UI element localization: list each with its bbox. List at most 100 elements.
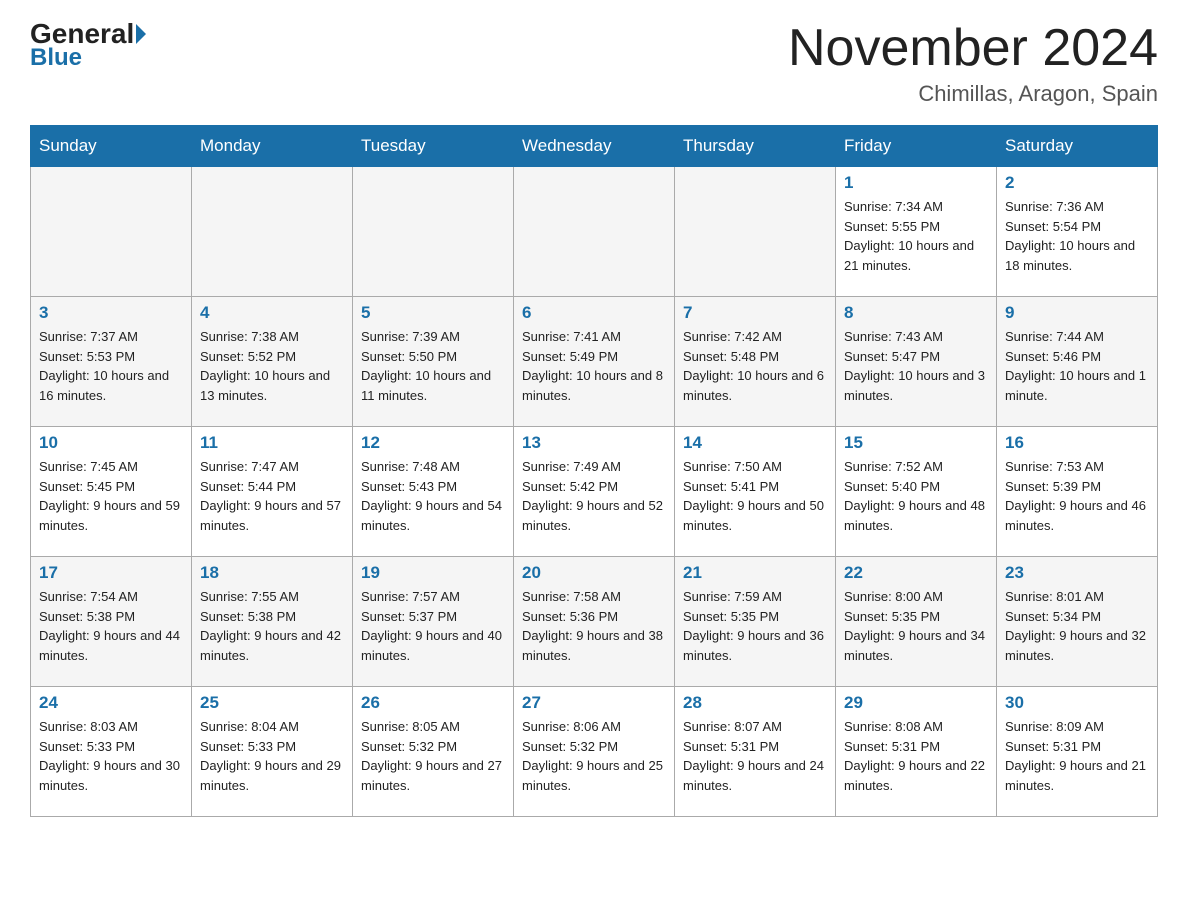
day-number: 30 bbox=[1005, 693, 1149, 713]
day-info: Sunrise: 7:37 AMSunset: 5:53 PMDaylight:… bbox=[39, 327, 183, 405]
calendar-week-3: 10 Sunrise: 7:45 AMSunset: 5:45 PMDayligh… bbox=[31, 427, 1158, 557]
calendar-subtitle: Chimillas, Aragon, Spain bbox=[788, 81, 1158, 107]
page-header: General Blue November 2024 Chimillas, Ar… bbox=[30, 20, 1158, 107]
day-number: 27 bbox=[522, 693, 666, 713]
day-number: 20 bbox=[522, 563, 666, 583]
day-number: 26 bbox=[361, 693, 505, 713]
day-number: 4 bbox=[200, 303, 344, 323]
day-number: 18 bbox=[200, 563, 344, 583]
header-saturday: Saturday bbox=[997, 126, 1158, 167]
calendar-cell: 5 Sunrise: 7:39 AMSunset: 5:50 PMDaylight… bbox=[353, 297, 514, 427]
calendar-cell bbox=[675, 167, 836, 297]
calendar-cell: 14 Sunrise: 7:50 AMSunset: 5:41 PMDayligh… bbox=[675, 427, 836, 557]
day-number: 29 bbox=[844, 693, 988, 713]
calendar-cell: 17 Sunrise: 7:54 AMSunset: 5:38 PMDayligh… bbox=[31, 557, 192, 687]
calendar-cell: 2 Sunrise: 7:36 AMSunset: 5:54 PMDaylight… bbox=[997, 167, 1158, 297]
day-info: Sunrise: 7:54 AMSunset: 5:38 PMDaylight:… bbox=[39, 587, 183, 665]
day-info: Sunrise: 8:06 AMSunset: 5:32 PMDaylight:… bbox=[522, 717, 666, 795]
day-info: Sunrise: 7:50 AMSunset: 5:41 PMDaylight:… bbox=[683, 457, 827, 535]
calendar-cell bbox=[31, 167, 192, 297]
day-number: 13 bbox=[522, 433, 666, 453]
day-number: 25 bbox=[200, 693, 344, 713]
calendar-cell: 20 Sunrise: 7:58 AMSunset: 5:36 PMDayligh… bbox=[514, 557, 675, 687]
day-info: Sunrise: 7:41 AMSunset: 5:49 PMDaylight:… bbox=[522, 327, 666, 405]
day-info: Sunrise: 8:05 AMSunset: 5:32 PMDaylight:… bbox=[361, 717, 505, 795]
header-sunday: Sunday bbox=[31, 126, 192, 167]
day-info: Sunrise: 7:44 AMSunset: 5:46 PMDaylight:… bbox=[1005, 327, 1149, 405]
day-number: 2 bbox=[1005, 173, 1149, 193]
day-info: Sunrise: 7:48 AMSunset: 5:43 PMDaylight:… bbox=[361, 457, 505, 535]
day-number: 24 bbox=[39, 693, 183, 713]
day-number: 14 bbox=[683, 433, 827, 453]
day-info: Sunrise: 7:53 AMSunset: 5:39 PMDaylight:… bbox=[1005, 457, 1149, 535]
day-number: 10 bbox=[39, 433, 183, 453]
calendar-cell: 7Sunrise: 7:42 AMSunset: 5:48 PMDaylight… bbox=[675, 297, 836, 427]
logo: General Blue bbox=[30, 20, 146, 72]
day-info: Sunrise: 8:03 AMSunset: 5:33 PMDaylight:… bbox=[39, 717, 183, 795]
day-info: Sunrise: 8:09 AMSunset: 5:31 PMDaylight:… bbox=[1005, 717, 1149, 795]
calendar-cell: 3 Sunrise: 7:37 AMSunset: 5:53 PMDaylight… bbox=[31, 297, 192, 427]
calendar-cell: 19Sunrise: 7:57 AMSunset: 5:37 PMDayligh… bbox=[353, 557, 514, 687]
calendar-cell bbox=[192, 167, 353, 297]
day-number: 11 bbox=[200, 433, 344, 453]
day-number: 5 bbox=[361, 303, 505, 323]
calendar-cell: 22 Sunrise: 8:00 AMSunset: 5:35 PMDayligh… bbox=[836, 557, 997, 687]
day-number: 22 bbox=[844, 563, 988, 583]
day-info: Sunrise: 7:38 AMSunset: 5:52 PMDaylight:… bbox=[200, 327, 344, 405]
day-number: 23 bbox=[1005, 563, 1149, 583]
header-thursday: Thursday bbox=[675, 126, 836, 167]
day-info: Sunrise: 8:00 AMSunset: 5:35 PMDaylight:… bbox=[844, 587, 988, 665]
day-info: Sunrise: 7:45 AMSunset: 5:45 PMDaylight:… bbox=[39, 457, 183, 535]
day-info: Sunrise: 7:58 AMSunset: 5:36 PMDaylight:… bbox=[522, 587, 666, 665]
header-tuesday: Tuesday bbox=[353, 126, 514, 167]
calendar-cell: 21 Sunrise: 7:59 AMSunset: 5:35 PMDayligh… bbox=[675, 557, 836, 687]
day-number: 6 bbox=[522, 303, 666, 323]
day-number: 28 bbox=[683, 693, 827, 713]
day-info: Sunrise: 8:07 AMSunset: 5:31 PMDaylight:… bbox=[683, 717, 827, 795]
calendar-week-2: 3 Sunrise: 7:37 AMSunset: 5:53 PMDaylight… bbox=[31, 297, 1158, 427]
calendar-cell: 23 Sunrise: 8:01 AMSunset: 5:34 PMDayligh… bbox=[997, 557, 1158, 687]
calendar-cell bbox=[514, 167, 675, 297]
calendar-header-row: SundayMondayTuesdayWednesdayThursdayFrid… bbox=[31, 126, 1158, 167]
day-info: Sunrise: 8:01 AMSunset: 5:34 PMDaylight:… bbox=[1005, 587, 1149, 665]
calendar-week-5: 24 Sunrise: 8:03 AMSunset: 5:33 PMDayligh… bbox=[31, 687, 1158, 817]
calendar-cell: 9 Sunrise: 7:44 AMSunset: 5:46 PMDaylight… bbox=[997, 297, 1158, 427]
day-info: Sunrise: 7:52 AMSunset: 5:40 PMDaylight:… bbox=[844, 457, 988, 535]
calendar-cell: 26 Sunrise: 8:05 AMSunset: 5:32 PMDayligh… bbox=[353, 687, 514, 817]
calendar-table: SundayMondayTuesdayWednesdayThursdayFrid… bbox=[30, 125, 1158, 817]
day-info: Sunrise: 7:36 AMSunset: 5:54 PMDaylight:… bbox=[1005, 197, 1149, 275]
day-info: Sunrise: 8:08 AMSunset: 5:31 PMDaylight:… bbox=[844, 717, 988, 795]
calendar-cell: 30 Sunrise: 8:09 AMSunset: 5:31 PMDayligh… bbox=[997, 687, 1158, 817]
day-info: Sunrise: 7:39 AMSunset: 5:50 PMDaylight:… bbox=[361, 327, 505, 405]
day-info: Sunrise: 7:59 AMSunset: 5:35 PMDaylight:… bbox=[683, 587, 827, 665]
calendar-cell: 15Sunrise: 7:52 AMSunset: 5:40 PMDayligh… bbox=[836, 427, 997, 557]
calendar-week-1: 1Sunrise: 7:34 AMSunset: 5:55 PMDaylight… bbox=[31, 167, 1158, 297]
calendar-cell: 11 Sunrise: 7:47 AMSunset: 5:44 PMDayligh… bbox=[192, 427, 353, 557]
title-area: November 2024 Chimillas, Aragon, Spain bbox=[788, 20, 1158, 107]
calendar-cell: 16Sunrise: 7:53 AMSunset: 5:39 PMDayligh… bbox=[997, 427, 1158, 557]
day-number: 9 bbox=[1005, 303, 1149, 323]
header-wednesday: Wednesday bbox=[514, 126, 675, 167]
day-number: 3 bbox=[39, 303, 183, 323]
day-info: Sunrise: 7:34 AMSunset: 5:55 PMDaylight:… bbox=[844, 197, 988, 275]
calendar-cell: 27 Sunrise: 8:06 AMSunset: 5:32 PMDayligh… bbox=[514, 687, 675, 817]
calendar-cell bbox=[353, 167, 514, 297]
day-info: Sunrise: 7:47 AMSunset: 5:44 PMDaylight:… bbox=[200, 457, 344, 535]
day-number: 17 bbox=[39, 563, 183, 583]
day-info: Sunrise: 8:04 AMSunset: 5:33 PMDaylight:… bbox=[200, 717, 344, 795]
day-info: Sunrise: 7:42 AMSunset: 5:48 PMDaylight:… bbox=[683, 327, 827, 405]
calendar-cell: 29 Sunrise: 8:08 AMSunset: 5:31 PMDayligh… bbox=[836, 687, 997, 817]
logo-triangle-icon bbox=[136, 24, 146, 44]
day-info: Sunrise: 7:43 AMSunset: 5:47 PMDaylight:… bbox=[844, 327, 988, 405]
calendar-title: November 2024 bbox=[788, 20, 1158, 77]
day-number: 8 bbox=[844, 303, 988, 323]
day-info: Sunrise: 7:55 AMSunset: 5:38 PMDaylight:… bbox=[200, 587, 344, 665]
calendar-cell: 12Sunrise: 7:48 AMSunset: 5:43 PMDayligh… bbox=[353, 427, 514, 557]
day-number: 19 bbox=[361, 563, 505, 583]
calendar-cell: 10 Sunrise: 7:45 AMSunset: 5:45 PMDayligh… bbox=[31, 427, 192, 557]
day-number: 21 bbox=[683, 563, 827, 583]
calendar-cell: 25 Sunrise: 8:04 AMSunset: 5:33 PMDayligh… bbox=[192, 687, 353, 817]
calendar-cell: 8 Sunrise: 7:43 AMSunset: 5:47 PMDaylight… bbox=[836, 297, 997, 427]
calendar-cell: 24 Sunrise: 8:03 AMSunset: 5:33 PMDayligh… bbox=[31, 687, 192, 817]
calendar-cell: 28 Sunrise: 8:07 AMSunset: 5:31 PMDayligh… bbox=[675, 687, 836, 817]
